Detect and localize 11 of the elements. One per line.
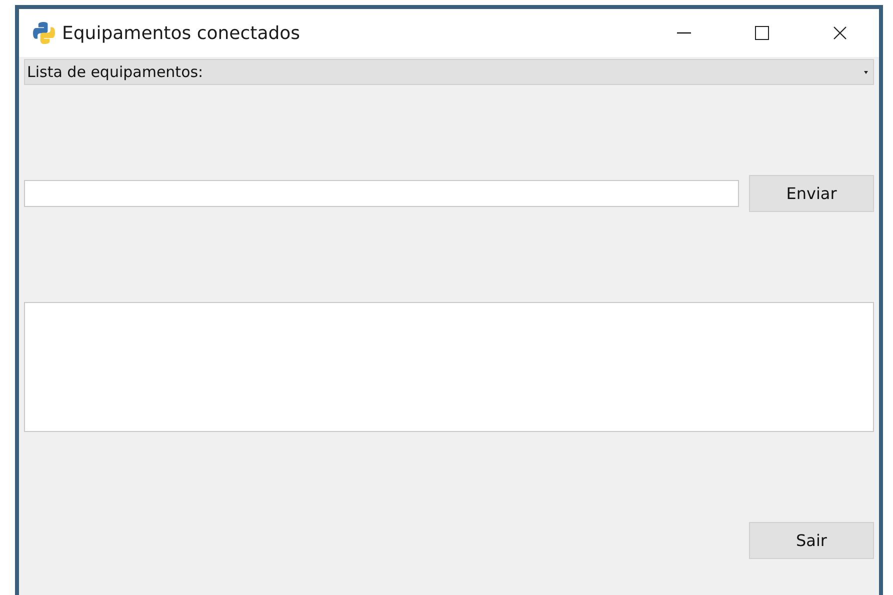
output-text-area[interactable]: [24, 302, 874, 432]
close-icon: [833, 26, 847, 40]
maximize-icon: [755, 26, 769, 40]
window-title: Equipamentos conectados: [62, 22, 302, 44]
device-dropdown[interactable]: Lista de equipamentos:: [24, 59, 874, 85]
exit-button[interactable]: Sair: [749, 522, 874, 559]
app-icon: [32, 21, 56, 45]
message-field[interactable]: [24, 180, 739, 207]
minimize-icon: [677, 32, 691, 34]
send-button[interactable]: Enviar: [749, 175, 874, 212]
dropdown-arrow-icon: [864, 70, 868, 74]
